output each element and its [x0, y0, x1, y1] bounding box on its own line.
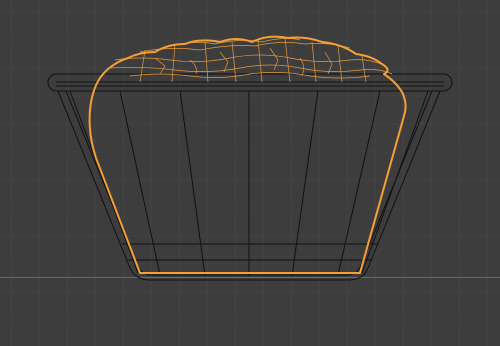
pot-object[interactable]: [47, 73, 453, 281]
viewport-grid: [0, 0, 500, 346]
pot-panel-line: [337, 90, 381, 276]
pot-panel-line: [119, 90, 161, 276]
pot-panel-line: [179, 90, 206, 277]
3d-viewport[interactable]: [0, 0, 500, 346]
viewport-canvas[interactable]: [0, 0, 500, 346]
pot-panel-line: [291, 90, 319, 277]
soil-object[interactable]: [88, 35, 407, 274]
pot-panel-line: [361, 90, 429, 274]
soil-selection-outline: [88, 35, 407, 274]
pot-panel-line: [69, 90, 139, 274]
